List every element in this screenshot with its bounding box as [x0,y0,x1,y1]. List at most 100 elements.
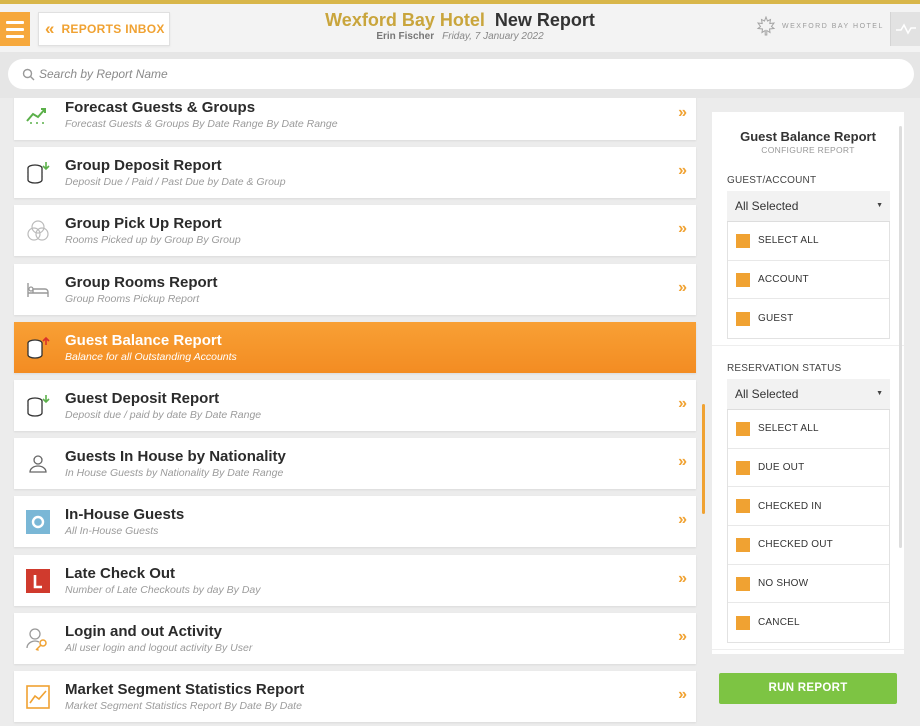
coins-down-icon [24,392,52,420]
option-no-show[interactable]: NO SHOW [728,565,889,604]
guest-account-select[interactable]: All Selected ▼ [727,191,890,222]
report-description: Market Segment Statistics Report By Date… [65,699,302,712]
option-label: CANCEL [758,617,800,629]
report-row[interactable]: Guests In House by Nationality In House … [14,438,696,490]
checkbox-icon [736,499,750,514]
reservation-status-select[interactable]: All Selected ▼ [727,379,890,410]
group-circles-icon [24,217,52,245]
app-header: « REPORTS INBOX Wexford Bay Hotel New Rep… [0,4,920,52]
panel-title: Guest Balance Report [740,129,876,144]
report-row[interactable]: Guest Deposit Report Deposit due / paid … [14,379,696,431]
caret-down-icon: ▼ [876,390,883,397]
current-date: Friday, 7 January 2022 [442,31,544,42]
checkbox-icon [736,272,750,287]
in-house-icon [24,508,52,536]
report-list: Forecast Guests & Groups Forecast Guests… [0,98,706,726]
reservation-status-selected-value: All Selected [735,387,799,401]
report-row[interactable]: Login and out Activity All user login an… [14,612,696,664]
option-checked-out[interactable]: CHECKED OUT [728,526,889,565]
chevron-right-icon: » [678,394,687,412]
chevron-right-icon: » [678,278,687,296]
coins-up-icon [24,334,52,362]
checkbox-icon [736,460,750,475]
report-row[interactable]: In-House Guests All In-House Guests » [14,496,696,548]
report-row[interactable]: Market Segment Statistics Report Market … [14,670,696,722]
option-label: NO SHOW [758,578,809,590]
report-title: New Report [494,10,595,30]
report-description: Forecast Guests & Groups By Date Range B… [65,118,338,130]
maple-leaf-icon [756,16,776,36]
option-select-all[interactable]: SELECT ALL [728,410,889,449]
chevron-right-icon: » [678,511,687,529]
report-row-selected[interactable]: Guest Balance Report Balance for all Out… [14,321,696,373]
report-description: All In-House Guests [65,525,159,538]
reservation-status-label: RESERVATION STATUS [727,363,842,374]
chevron-right-icon: » [678,104,687,121]
search-box[interactable] [8,59,914,89]
report-description: Deposit due / paid by date By Date Range [65,408,262,421]
late-checkout-icon [24,567,52,595]
chevron-right-icon: » [678,627,687,645]
option-select-all[interactable]: SELECT ALL [728,222,889,261]
checkbox-icon [736,311,750,326]
trend-icon [24,101,52,129]
chevron-right-icon: » [678,685,687,703]
user-name: Erin Fischer [376,31,435,42]
hotel-name: Wexford Bay Hotel [325,10,485,30]
search-input[interactable] [39,67,839,81]
activity-button[interactable] [890,12,920,46]
caret-down-icon: ▼ [876,202,883,209]
report-list-inner: Forecast Guests & Groups Forecast Guests… [14,98,696,726]
report-row[interactable]: Group Rooms Report Group Rooms Pickup Re… [14,263,696,315]
checkbox-icon [736,233,750,248]
panel-subtitle: CONFIGURE REPORT [761,145,855,155]
list-scrollbar[interactable] [702,404,705,514]
user-key-icon [24,625,52,653]
report-description: Rooms Picked up by Group By Group [65,234,241,247]
reservation-status-options: SELECT ALL DUE OUT CHECKED IN CHECKED OU… [727,410,890,644]
search-bar-container [0,52,920,98]
chevron-right-icon: » [678,162,687,180]
report-title: Forecast Guests & Groups [65,99,256,116]
option-label: ACCOUNT [758,274,809,286]
report-title: Guest Balance Report [65,331,222,349]
report-title: Market Segment Statistics Report [65,680,305,698]
checkbox-icon [736,576,750,591]
option-due-out[interactable]: DUE OUT [728,449,889,488]
report-row[interactable]: Group Deposit Report Deposit Due / Paid … [14,147,696,199]
section-divider [712,649,904,650]
report-row[interactable]: Forecast Guests & Groups Forecast Guests… [14,98,696,140]
search-icon [22,68,35,80]
option-label: CHECKED IN [758,500,822,512]
report-title: Group Deposit Report [65,157,222,175]
report-row[interactable]: Group Pick Up Report Rooms Picked up by … [14,205,696,257]
bed-icon [24,276,52,304]
option-checked-in[interactable]: CHECKED IN [728,487,889,527]
option-label: DUE OUT [758,462,805,474]
option-account[interactable]: ACCOUNT [728,261,889,300]
checkbox-icon [736,615,750,630]
report-title: Group Rooms Report [65,273,218,291]
report-description: Group Rooms Pickup Report [65,292,200,305]
option-label: CHECKED OUT [758,539,833,551]
chevron-right-icon: » [678,220,687,238]
report-row[interactable]: Late Check Out Number of Late Checkouts … [14,554,696,606]
option-label: GUEST [758,313,794,325]
report-title: In-House Guests [65,506,185,524]
report-description: Deposit Due / Paid / Past Due by Date & … [65,176,286,189]
chart-icon [24,683,52,711]
checkbox-icon [736,537,750,552]
chevron-right-icon: » [678,569,687,587]
section-divider [712,345,904,346]
guest-account-options: SELECT ALL ACCOUNT GUEST [727,222,890,340]
option-guest[interactable]: GUEST [728,299,889,338]
report-description: Balance for all Outstanding Accounts [65,350,237,363]
option-cancel[interactable]: CANCEL [728,603,889,642]
run-report-button[interactable]: RUN REPORT [719,673,897,704]
brand-logo: WEXFORD BAY HOTEL [756,16,884,36]
brand-text: WEXFORD BAY HOTEL [782,22,884,30]
option-label: SELECT ALL [758,423,819,435]
panel-scrollbar[interactable] [899,126,902,548]
configure-panel: Guest Balance Report CONFIGURE REPORT GU… [712,112,904,714]
chevron-right-icon: » [678,453,687,471]
